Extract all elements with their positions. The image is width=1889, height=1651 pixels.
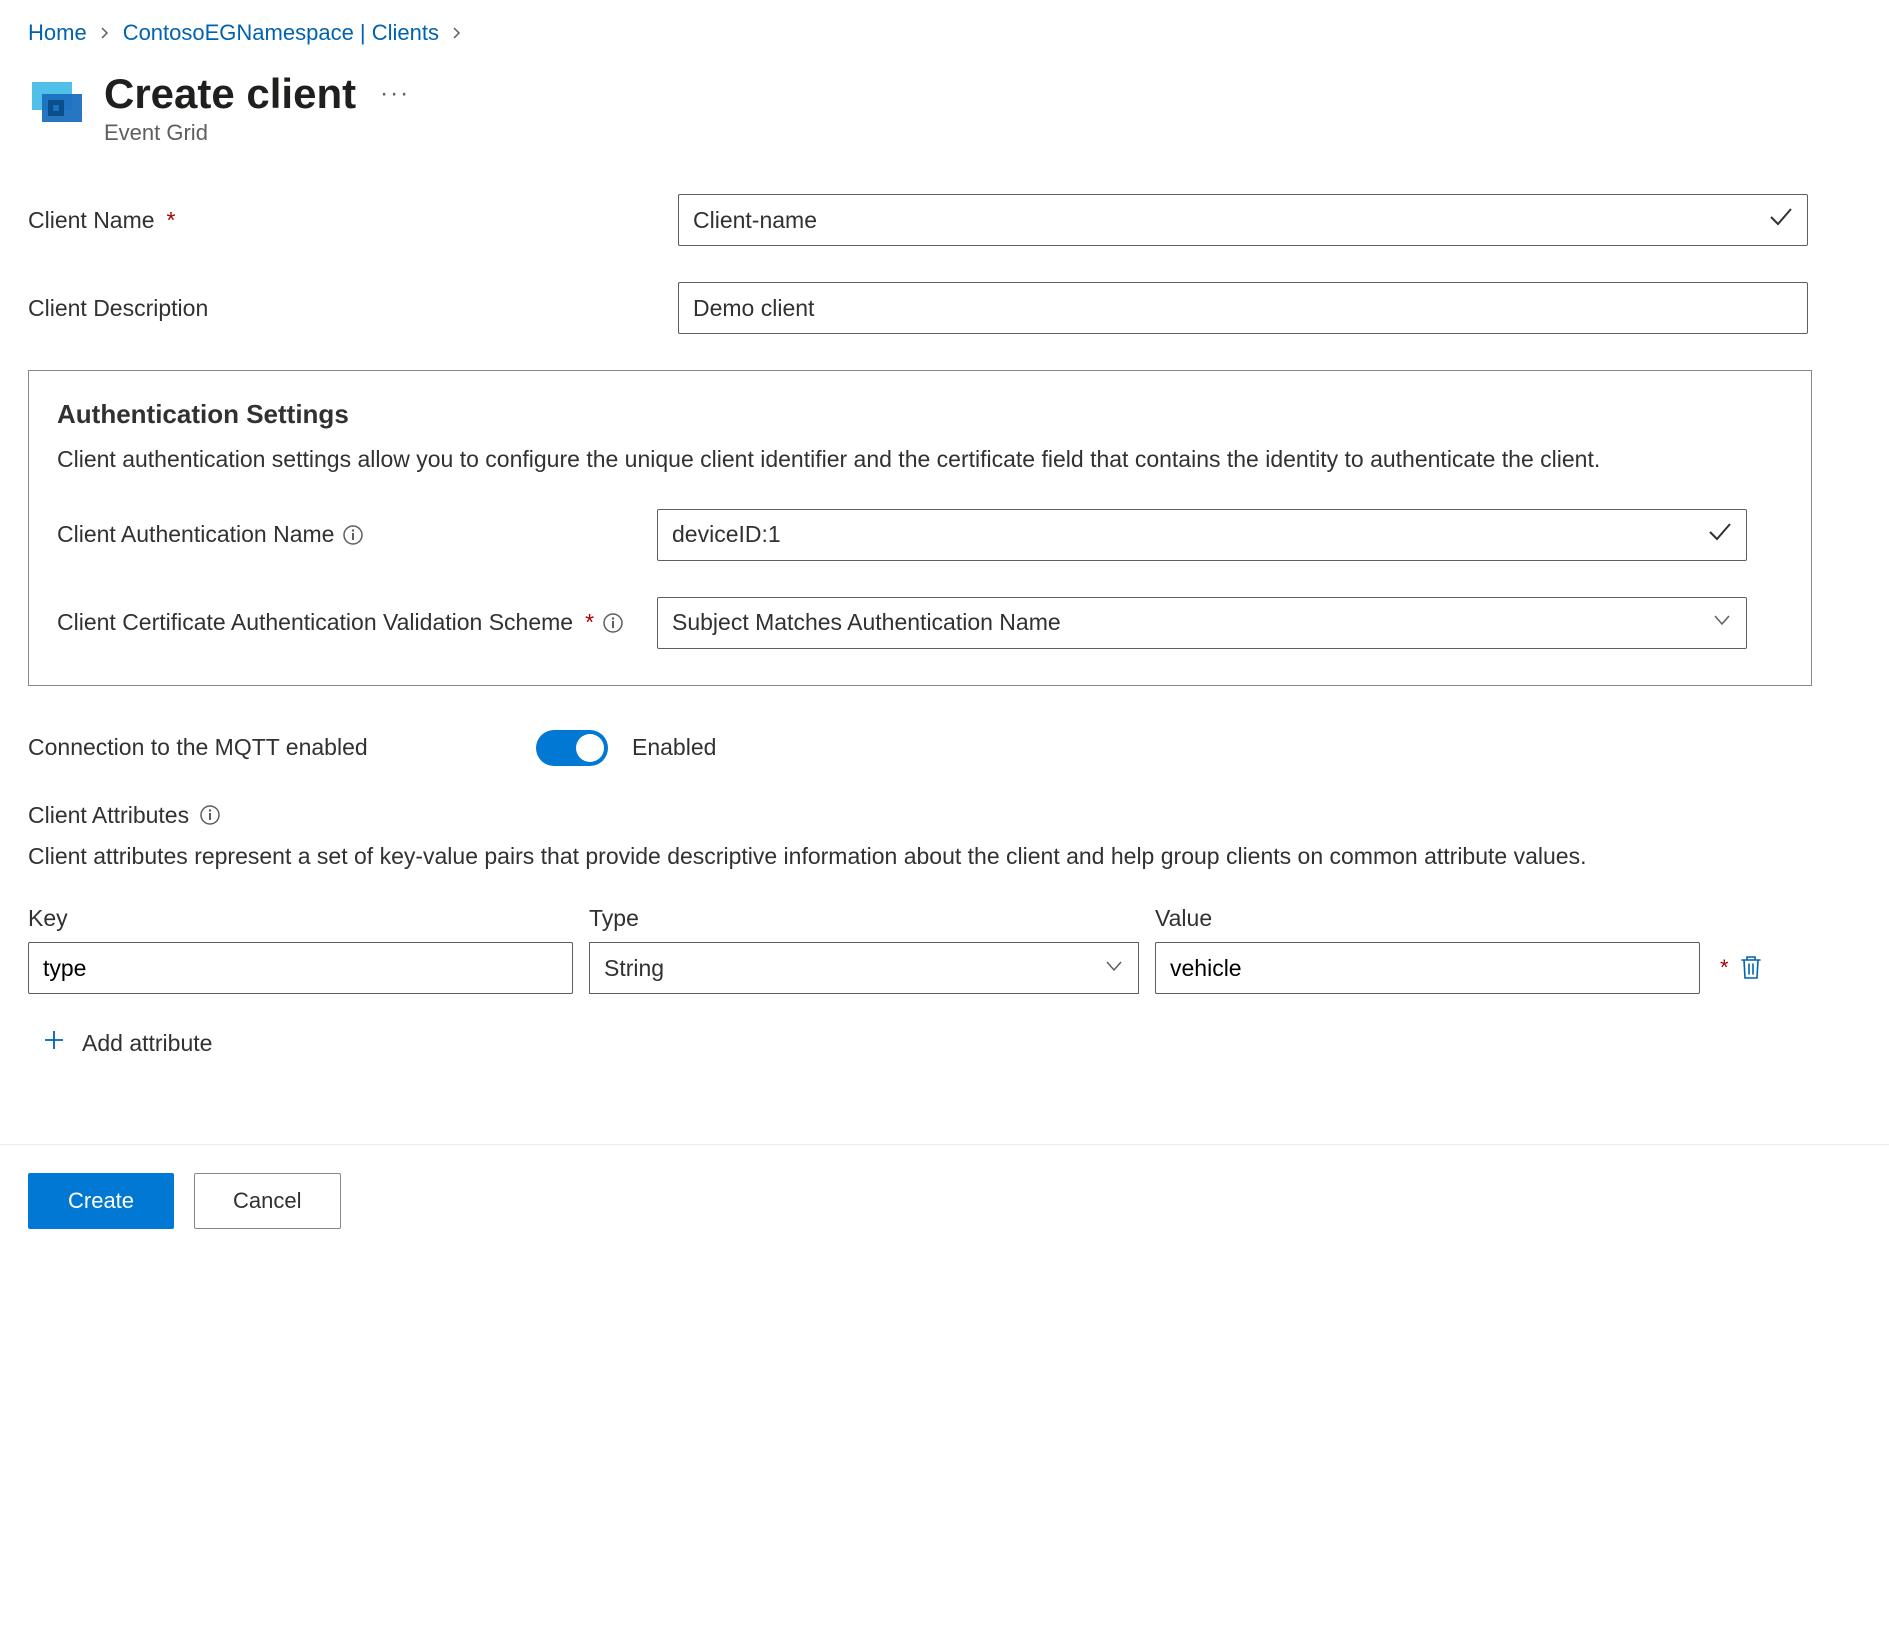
- attribute-key-input[interactable]: [28, 942, 573, 994]
- auth-section-title: Authentication Settings: [57, 399, 1783, 430]
- more-actions-button[interactable]: ···: [380, 80, 410, 108]
- attribute-value-input[interactable]: [1155, 942, 1700, 994]
- add-attribute-button[interactable]: Add attribute: [28, 1022, 1861, 1064]
- breadcrumb-namespace-clients[interactable]: ContosoEGNamespace | Clients: [123, 20, 439, 46]
- info-icon[interactable]: [342, 524, 364, 546]
- mqtt-toggle-label: Connection to the MQTT enabled: [28, 734, 536, 761]
- page-title: Create client: [104, 70, 356, 118]
- client-name-label: Client Name*: [28, 207, 678, 234]
- chevron-right-icon: [99, 23, 111, 44]
- page-header: Create client ··· Event Grid: [28, 70, 1861, 146]
- client-description-input[interactable]: [678, 282, 1808, 334]
- chevron-down-icon: [1712, 609, 1732, 636]
- trash-icon: [1739, 968, 1763, 983]
- chevron-down-icon: [1104, 955, 1124, 982]
- delete-attribute-button[interactable]: [1735, 950, 1767, 987]
- client-auth-name-input[interactable]: [657, 509, 1747, 561]
- breadcrumb: Home ContosoEGNamespace | Clients: [28, 20, 1861, 46]
- chevron-right-icon: [451, 23, 463, 44]
- client-attributes-heading: Client Attributes: [28, 802, 189, 829]
- attribute-type-select[interactable]: String: [589, 942, 1139, 994]
- footer-actions: Create Cancel: [0, 1144, 1889, 1257]
- client-auth-name-label: Client Authentication Name: [57, 521, 657, 548]
- breadcrumb-home[interactable]: Home: [28, 20, 87, 46]
- plus-icon: [42, 1028, 66, 1058]
- client-description-label: Client Description: [28, 295, 678, 322]
- attributes-col-type: Type: [589, 905, 1139, 932]
- create-button[interactable]: Create: [28, 1173, 174, 1229]
- info-icon[interactable]: [199, 804, 221, 826]
- cert-scheme-label: Client Certificate Authentication Valida…: [57, 606, 657, 638]
- attributes-table: Key Type String Value *: [28, 905, 1808, 994]
- client-attributes-description: Client attributes represent a set of key…: [28, 839, 1808, 874]
- mqtt-toggle[interactable]: [536, 730, 608, 766]
- attributes-col-value: Value: [1155, 905, 1700, 932]
- required-indicator: *: [1720, 955, 1729, 981]
- cancel-button[interactable]: Cancel: [194, 1173, 340, 1229]
- authentication-settings-section: Authentication Settings Client authentic…: [28, 370, 1812, 686]
- mqtt-toggle-state: Enabled: [632, 734, 716, 761]
- event-grid-icon: [28, 76, 84, 132]
- client-name-input[interactable]: [678, 194, 1808, 246]
- auth-section-description: Client authentication settings allow you…: [57, 442, 1783, 477]
- cert-scheme-select[interactable]: Subject Matches Authentication Name: [657, 597, 1747, 649]
- page-subtitle: Event Grid: [104, 120, 410, 146]
- attributes-col-key: Key: [28, 905, 573, 932]
- info-icon[interactable]: [602, 612, 624, 634]
